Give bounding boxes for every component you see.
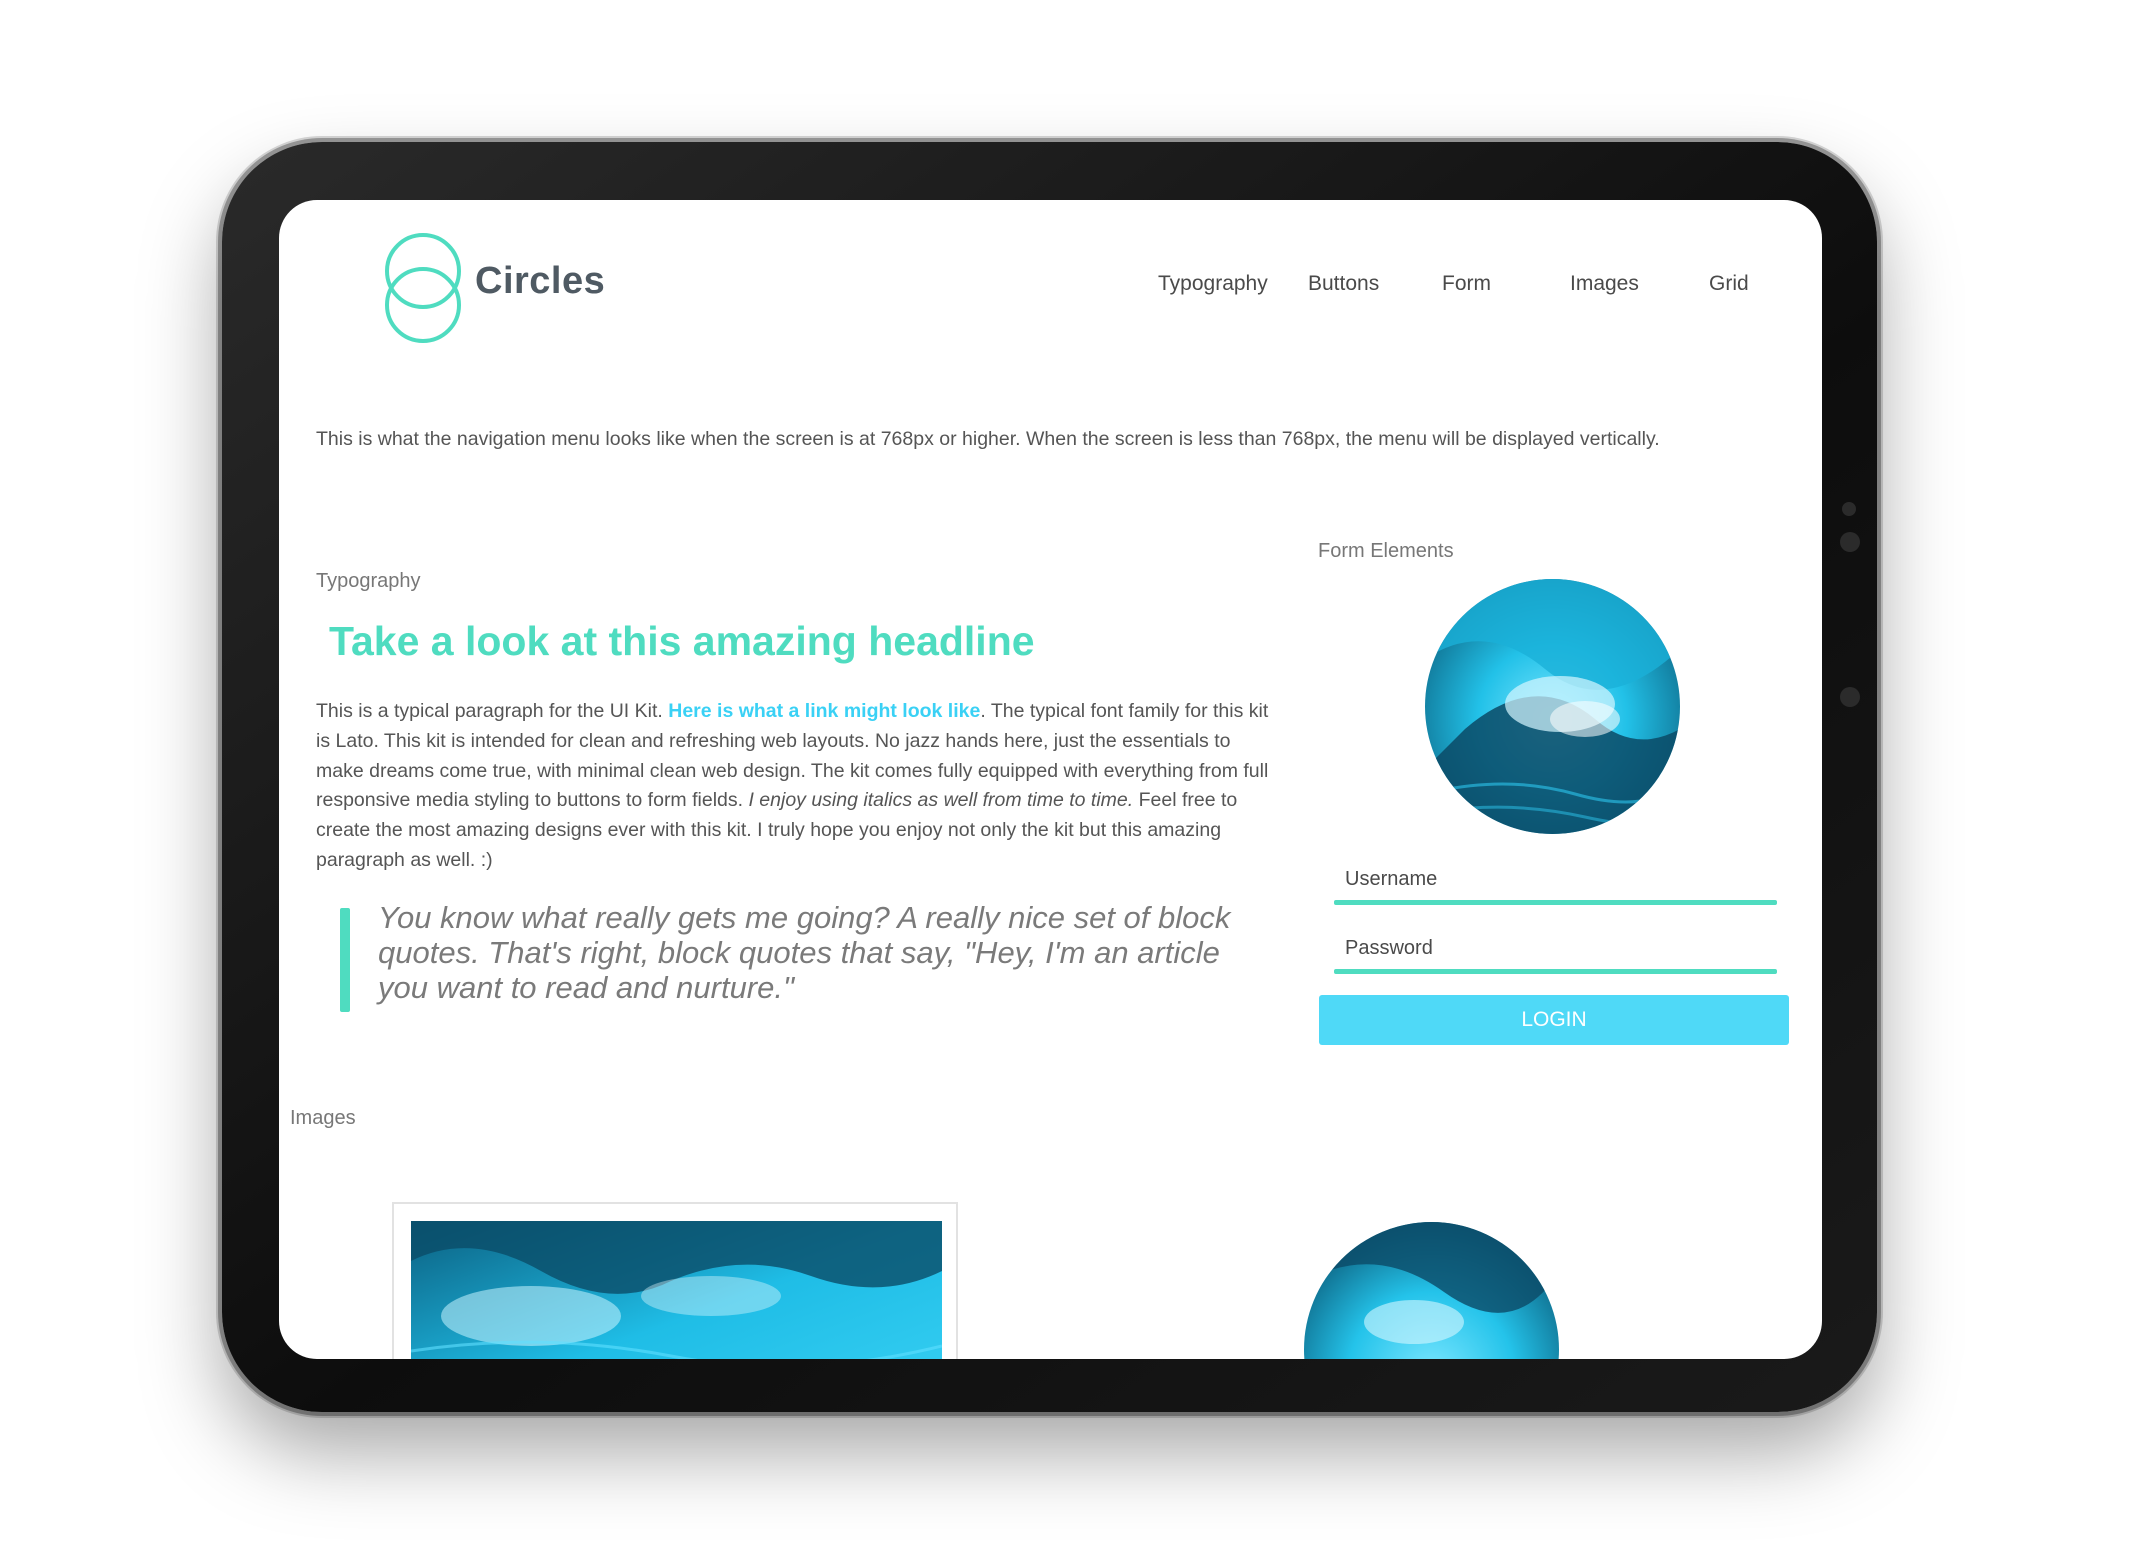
password-underline xyxy=(1334,969,1777,974)
nav-images[interactable]: Images xyxy=(1570,272,1639,296)
password-field[interactable]: Password xyxy=(1345,937,1433,960)
nav-buttons[interactable]: Buttons xyxy=(1308,272,1379,296)
side-button-1 xyxy=(1840,532,1860,552)
stage: Circles Typography Buttons Form Images G… xyxy=(0,0,2132,1543)
form-elements-label: Form Elements xyxy=(1318,540,1454,562)
side-button-2 xyxy=(1840,687,1860,707)
side-camera xyxy=(1842,502,1856,516)
brand-name: Circles xyxy=(475,260,606,302)
ocean-wave-icon-2 xyxy=(1304,1222,1559,1359)
sample-link[interactable]: Here is what a link might look like xyxy=(668,700,980,722)
circles-logo-icon xyxy=(385,233,461,343)
nav-grid[interactable]: Grid xyxy=(1709,272,1749,296)
nav-typography[interactable]: Typography xyxy=(1158,272,1268,296)
ocean-wave-circle-image xyxy=(1425,579,1680,834)
framed-image xyxy=(392,1202,958,1359)
username-field[interactable]: Username xyxy=(1345,868,1437,891)
ocean-image-icon xyxy=(411,1221,942,1359)
blockquote: You know what really gets me going? A re… xyxy=(378,900,1231,1005)
nav-form[interactable]: Form xyxy=(1442,272,1491,296)
images-label: Images xyxy=(290,1107,356,1129)
ocean-wave-icon xyxy=(1425,579,1680,834)
typography-label: Typography xyxy=(316,570,421,592)
body-paragraph: This is a typical paragraph for the UI K… xyxy=(316,697,1276,876)
para-start: This is a typical paragraph for the UI K… xyxy=(316,700,669,722)
para-italic: I enjoy using italics as well from time … xyxy=(748,789,1134,812)
intro-text: This is what the navigation menu looks l… xyxy=(316,428,1660,450)
login-button[interactable]: LOGIN xyxy=(1319,995,1789,1045)
ocean-circle-image-2 xyxy=(1304,1222,1559,1359)
headline: Take a look at this amazing headline xyxy=(329,618,1035,664)
username-underline xyxy=(1334,900,1777,905)
blockquote-bar xyxy=(340,908,350,1012)
screen: Circles Typography Buttons Form Images G… xyxy=(279,200,1822,1359)
framed-image-content xyxy=(411,1221,942,1359)
